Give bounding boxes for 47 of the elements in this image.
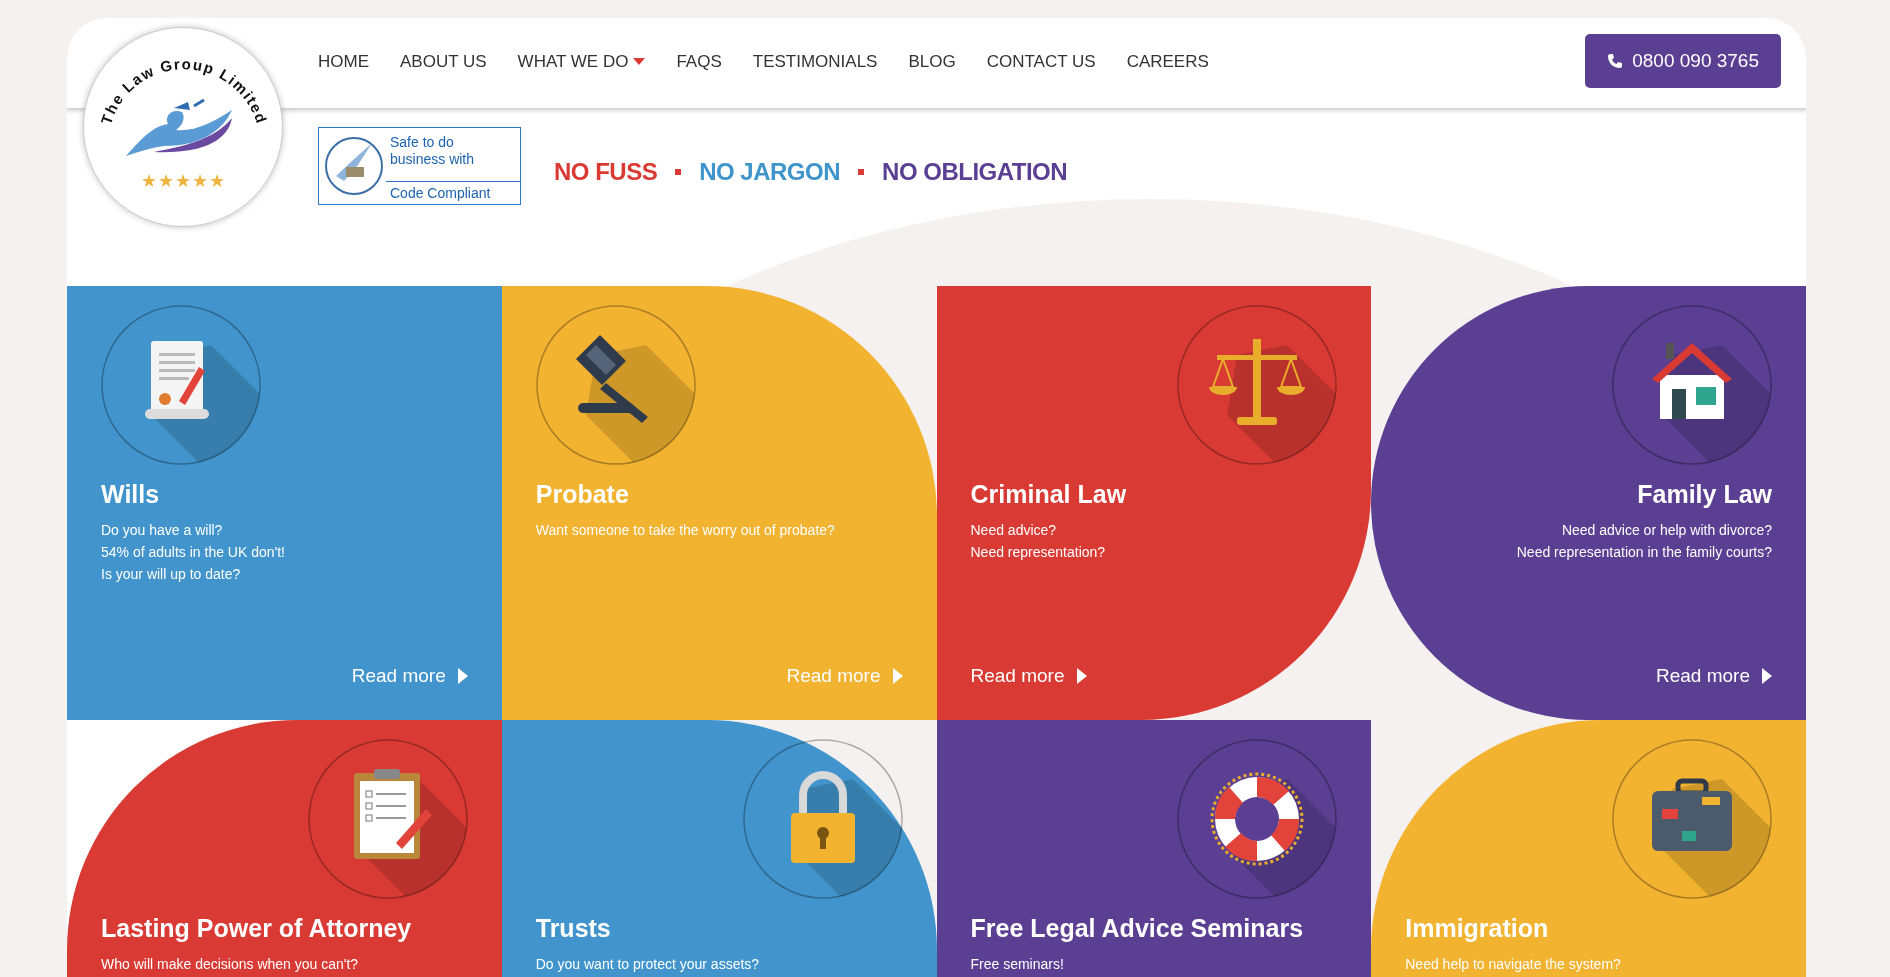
nav-link[interactable]: ABOUT US (400, 49, 487, 75)
service-title: Immigration (1405, 913, 1549, 943)
clipboard-icon (307, 739, 468, 899)
service-description: Who will make decisions when you can't? (101, 955, 359, 974)
service-description: Do you want to protect your assets? (535, 955, 760, 974)
lifebuoy-icon (1177, 739, 1338, 899)
service-title: Criminal Law (970, 479, 1127, 509)
suitcase-icon (1612, 739, 1772, 899)
nav-link[interactable]: HOME (318, 49, 369, 75)
service-description: Need advice? Need representation? (970, 521, 1106, 562)
scroll-icon (101, 305, 261, 465)
nav-link[interactable]: CONTACT US (986, 49, 1096, 75)
service-description: Want someone to take the worry out of probate? (535, 521, 835, 540)
nav-link[interactable]: BLOG (908, 49, 956, 75)
service-title: Trusts (535, 913, 611, 943)
read-more-link[interactable]: Read more (1656, 661, 1772, 690)
service-title: Wills (101, 479, 160, 509)
padlock-icon (742, 739, 903, 899)
nav-link[interactable]: FAQS (676, 49, 722, 75)
tagline: NO OBLIGATION (882, 157, 1068, 187)
tagline: NO FUSS (554, 157, 658, 187)
triangle-right-icon (457, 667, 468, 684)
nav-link[interactable]: TESTIMONIALS (752, 49, 878, 75)
read-more-link[interactable]: Read more (970, 661, 1087, 690)
badge-text: Safe to do business with (389, 133, 476, 169)
service-title: Probate (535, 479, 629, 509)
service-description: Free seminars! (970, 955, 1064, 974)
rating-stars: ★★★★★ (140, 170, 226, 193)
scales-icon (1177, 305, 1338, 465)
badge-footer: Code Compliant (386, 181, 520, 204)
service-description: Need advice or help with divorce? Need representation in the family courts? (1516, 521, 1772, 562)
nav-link[interactable]: CAREERS (1126, 49, 1209, 75)
triangle-right-icon (1076, 667, 1087, 684)
phone-button[interactable]: 0800 090 3765 (1585, 34, 1781, 88)
nav-link[interactable]: WHAT WE DO (517, 49, 646, 75)
triangle-right-icon (1762, 667, 1772, 684)
phone-icon (1607, 53, 1624, 69)
service-description: Need help to navigate the system? (1405, 955, 1621, 974)
service-title: Free Legal Advice Seminars (970, 913, 1304, 943)
service-title: Lasting Power of Attorney (101, 913, 412, 943)
service-description: Do you have a will? 54% of adults in the UK don't! Is your will up to date? (101, 521, 285, 584)
service-title: Family Law (1637, 479, 1772, 509)
tagline: NO JARGON (699, 157, 841, 187)
caret-icon (633, 58, 646, 66)
house-icon (1612, 305, 1772, 465)
triangle-right-icon (892, 667, 903, 684)
gavel-icon (535, 305, 696, 465)
